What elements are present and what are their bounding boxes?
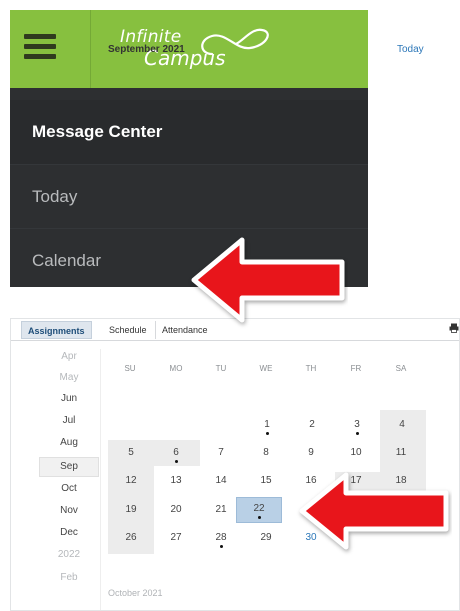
tab-schedule[interactable]: Schedule xyxy=(103,321,153,339)
calendar-day-3[interactable]: 3 xyxy=(337,418,377,440)
calendar-day-26[interactable]: 26 xyxy=(111,531,151,553)
today-link[interactable]: Today xyxy=(397,44,424,55)
weekday-tu: TU xyxy=(215,364,227,373)
calendar-day-13[interactable]: 13 xyxy=(156,474,196,496)
calendar-day-6[interactable]: 6 xyxy=(156,446,196,468)
month-item-nov[interactable]: Nov xyxy=(39,505,99,516)
assignment-dot-icon xyxy=(355,432,359,435)
header-divider xyxy=(90,10,91,88)
calendar-day-10[interactable]: 10 xyxy=(336,446,376,468)
pointer-arrow-icon xyxy=(299,472,449,550)
calendar-day-27[interactable]: 27 xyxy=(156,531,196,553)
hamburger-menu-icon[interactable] xyxy=(24,34,56,60)
month-item-2022[interactable]: 2022 xyxy=(39,549,99,560)
month-item-feb[interactable]: Feb xyxy=(39,572,99,583)
app-header: Infinite Campus xyxy=(10,10,368,88)
tab-assignments[interactable]: Assignments xyxy=(21,321,92,339)
month-item-jul[interactable]: Jul xyxy=(39,415,99,426)
month-list: Apr May Jun Jul Aug Sep Oct Nov Dec 2022… xyxy=(39,349,101,610)
calendar-day-28[interactable]: 28 xyxy=(201,531,241,553)
calendar-day-11[interactable]: 11 xyxy=(381,446,421,468)
calendar-day-29[interactable]: 29 xyxy=(246,531,286,553)
month-item-jun[interactable]: Jun xyxy=(39,393,99,404)
calendar-day-22[interactable]: 22 xyxy=(239,502,279,524)
month-item-sep[interactable]: Sep xyxy=(39,457,99,477)
calendar-day-5[interactable]: 5 xyxy=(111,446,151,468)
weekday-mo: MO xyxy=(169,364,183,373)
calendar-day-14[interactable]: 14 xyxy=(201,474,241,496)
weekday-fr: FR xyxy=(350,364,362,373)
sidebar-item-label: Message Center xyxy=(32,122,163,141)
sidebar-item-label: Today xyxy=(32,186,78,206)
assignment-dot-icon xyxy=(219,545,223,548)
assignment-dot-icon xyxy=(174,460,178,463)
calendar-day-4[interactable]: 4 xyxy=(382,418,422,440)
pointer-arrow-icon xyxy=(191,237,345,323)
weekday-th: TH xyxy=(305,364,317,373)
calendar-day-2[interactable]: 2 xyxy=(292,418,332,440)
print-icon[interactable] xyxy=(449,323,459,333)
month-item-apr[interactable]: Apr xyxy=(39,351,99,362)
sidebar-item-message-center[interactable]: Message Center xyxy=(10,100,368,164)
month-item-dec[interactable]: Dec xyxy=(39,527,99,538)
calendar-day-21[interactable]: 21 xyxy=(201,503,241,525)
assignment-dot-icon xyxy=(265,432,269,435)
calendar-day-19[interactable]: 19 xyxy=(111,503,151,525)
weekday-sa: SA xyxy=(395,364,407,373)
weekday-su: SU xyxy=(124,364,136,373)
month-item-aug[interactable]: Aug xyxy=(39,437,99,448)
calendar-day-9[interactable]: 9 xyxy=(291,446,331,468)
calendar-day-12[interactable]: 12 xyxy=(111,474,151,496)
calendar-day-8[interactable]: 8 xyxy=(246,446,286,468)
assignment-dot-icon xyxy=(257,516,261,519)
calendar-day-7[interactable]: 7 xyxy=(201,446,241,468)
calendar-month-title: September 2021 xyxy=(108,44,185,55)
month-item-oct[interactable]: Oct xyxy=(39,483,99,494)
calendar-day-1[interactable]: 1 xyxy=(247,418,287,440)
sidebar-item-today[interactable]: Today xyxy=(10,164,368,228)
calendar-day-20[interactable]: 20 xyxy=(156,503,196,525)
sidebar-item-label: Calendar xyxy=(32,250,101,270)
weekday-we: WE xyxy=(259,364,273,373)
next-month-title: October 2021 xyxy=(108,588,163,598)
calendar-day-15[interactable]: 15 xyxy=(246,474,286,496)
month-item-may[interactable]: May xyxy=(39,372,99,383)
